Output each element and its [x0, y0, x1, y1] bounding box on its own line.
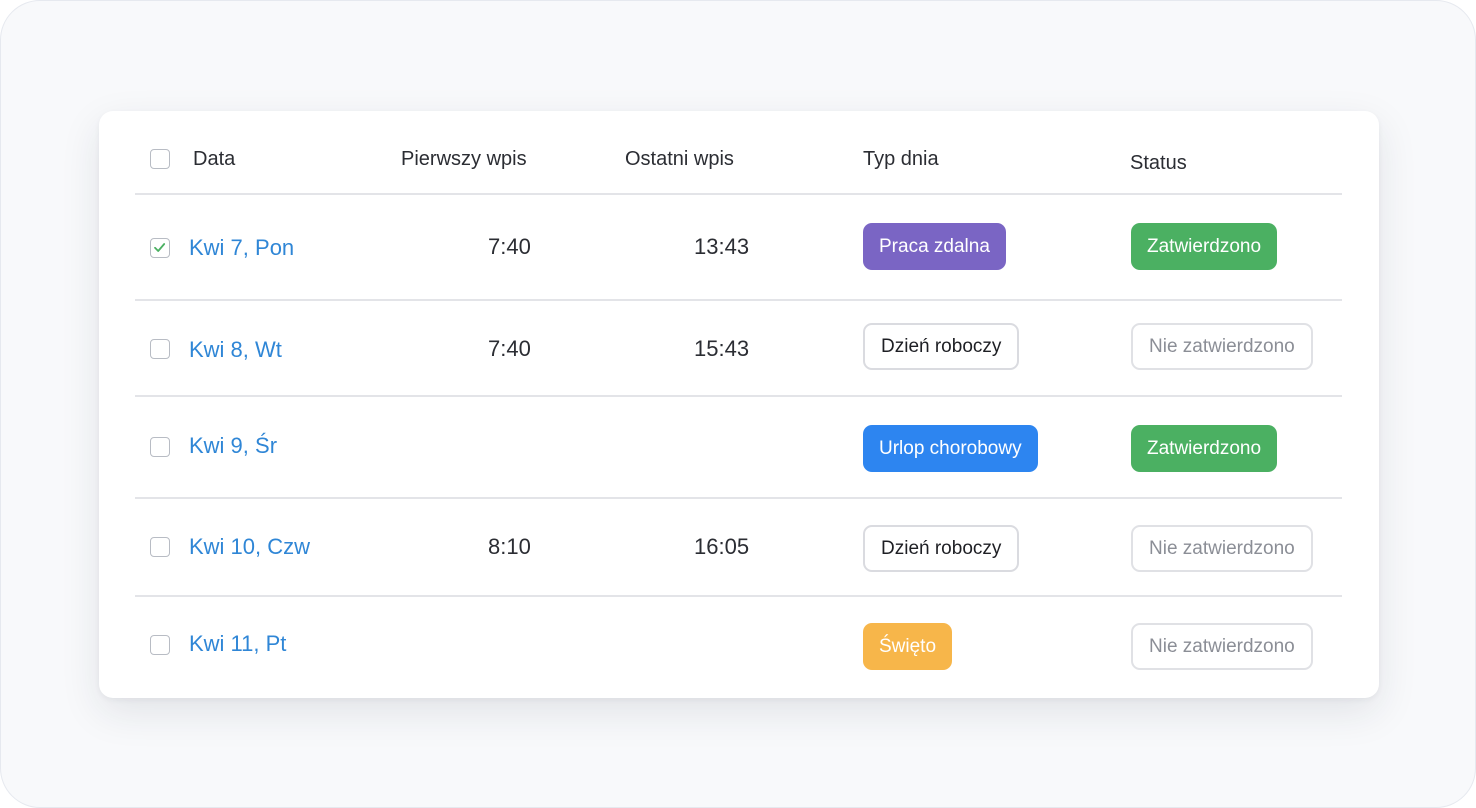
- date-link[interactable]: Kwi 9, Śr: [189, 433, 277, 459]
- first-entry-time: 7:40: [488, 234, 531, 259]
- last-entry-time: 16:05: [694, 534, 750, 559]
- table-row: Kwi 10, Czw 8:10 16:05 Dzień roboczy Nie…: [135, 499, 1342, 597]
- status-badge[interactable]: Nie zatwierdzono: [1131, 525, 1313, 572]
- status-badge[interactable]: Nie zatwierdzono: [1131, 323, 1313, 370]
- header-date: Data: [193, 148, 236, 170]
- row-checkbox[interactable]: [150, 238, 170, 258]
- row-checkbox[interactable]: [150, 437, 170, 457]
- date-link[interactable]: Kwi 8, Wt: [189, 337, 282, 363]
- table-header: Data Pierwszy wpis Ostatni wpis Typ dnia…: [135, 111, 1342, 195]
- first-entry-time: 7:40: [488, 336, 531, 361]
- row-checkbox[interactable]: [150, 537, 170, 557]
- header-day-type: Typ dnia: [863, 148, 939, 170]
- check-icon: [154, 243, 166, 252]
- day-type-badge[interactable]: Dzień roboczy: [863, 323, 1020, 370]
- status-badge[interactable]: Zatwierdzono: [1131, 425, 1278, 472]
- attendance-table: Data Pierwszy wpis Ostatni wpis Typ dnia…: [99, 111, 1379, 698]
- table-row: Kwi 8, Wt 7:40 15:43 Dzień roboczy Nie z…: [135, 301, 1342, 397]
- last-entry-time: 15:43: [694, 336, 750, 361]
- app-frame: Data Pierwszy wpis Ostatni wpis Typ dnia…: [0, 0, 1476, 808]
- day-type-badge[interactable]: Dzień roboczy: [863, 525, 1020, 572]
- table-row: Kwi 9, Śr Urlop chorobowy Zatwierdzono: [135, 397, 1342, 499]
- select-all-checkbox[interactable]: [150, 149, 170, 169]
- day-type-badge[interactable]: Święto: [863, 623, 953, 670]
- date-link[interactable]: Kwi 7, Pon: [189, 235, 294, 261]
- header-status: Status: [1130, 152, 1187, 174]
- status-badge[interactable]: Nie zatwierdzono: [1131, 623, 1313, 670]
- header-last-entry: Ostatni wpis: [625, 148, 734, 170]
- header-first-entry: Pierwszy wpis: [401, 148, 527, 170]
- date-link[interactable]: Kwi 10, Czw: [189, 534, 310, 560]
- status-badge[interactable]: Zatwierdzono: [1131, 223, 1278, 270]
- table-row: Kwi 11, Pt Święto Nie zatwierdzono: [135, 597, 1342, 698]
- date-link[interactable]: Kwi 11, Pt: [189, 631, 286, 657]
- last-entry-time: 13:43: [694, 234, 750, 259]
- day-type-badge[interactable]: Praca zdalna: [863, 223, 1006, 270]
- table-row: Kwi 7, Pon 7:40 13:43 Praca zdalna Zatwi…: [135, 195, 1342, 301]
- first-entry-time: 8:10: [488, 534, 531, 559]
- row-checkbox[interactable]: [150, 635, 170, 655]
- row-checkbox[interactable]: [150, 339, 170, 359]
- day-type-badge[interactable]: Urlop chorobowy: [863, 425, 1038, 472]
